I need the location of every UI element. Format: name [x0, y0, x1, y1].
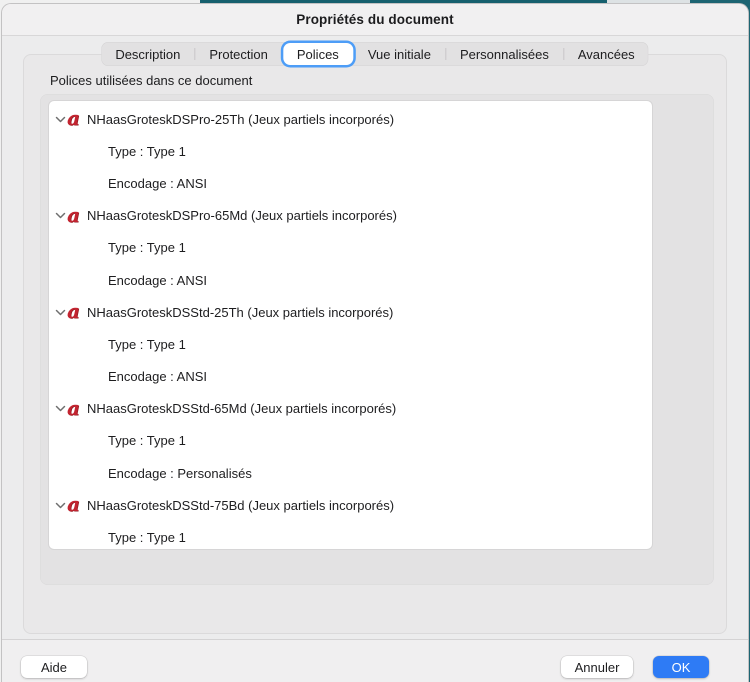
- document-properties-dialog: Propriétés du document Description Protec…: [1, 3, 749, 682]
- font-name: NHaasGroteskDSStd-65Md (Jeux partiels in…: [87, 401, 397, 417]
- tab-vue-initiale[interactable]: Vue initiale: [354, 42, 445, 66]
- tab-bar: Description Protection Polices Vue initiale…: [101, 42, 649, 66]
- help-button[interactable]: Aide: [21, 656, 87, 678]
- chevron-down-icon[interactable]: [53, 212, 67, 219]
- type1-font-icon: a: [67, 395, 80, 420]
- tab-protection[interactable]: Protection: [195, 42, 282, 66]
- font-name: NHaasGroteskDSPro-65Md (Jeux partiels in…: [87, 208, 397, 224]
- font-tree-item[interactable]: a NHaasGroteskDSPro-25Th (Jeux partiels i…: [49, 103, 652, 135]
- type1-font-icon: a: [67, 106, 80, 131]
- title-bar: Propriétés du document: [2, 4, 748, 36]
- footer-bar: Aide Annuler OK: [2, 640, 748, 682]
- font-detail-row: Encodage : Personalisés: [108, 465, 252, 481]
- dialog-title: Propriétés du document: [296, 12, 454, 27]
- chevron-down-icon[interactable]: [53, 116, 67, 123]
- tab-personnalisées[interactable]: Personnalisées: [446, 42, 563, 66]
- type1-font-icon: a: [67, 492, 80, 517]
- font-detail-row: Encodage : ANSI: [108, 272, 208, 288]
- type1-font-icon: a: [67, 202, 80, 227]
- chevron-down-icon[interactable]: [53, 405, 67, 412]
- font-detail-row: Type : Type 1: [108, 433, 186, 449]
- font-detail-row: Type : Type 1: [108, 143, 186, 159]
- tab-avancées[interactable]: Avancées: [564, 42, 649, 66]
- cancel-button[interactable]: Annuler: [561, 656, 633, 678]
- tab-polices[interactable]: Polices: [282, 43, 353, 65]
- font-tree-item[interactable]: a NHaasGroteskDSStd-25Th (Jeux partiels i…: [49, 296, 652, 328]
- font-detail-row: Encodage : ANSI: [108, 175, 208, 191]
- polices-tab-panel: Polices utilisées dans ce document a NHaa…: [23, 54, 727, 634]
- font-list-well: a NHaasGroteskDSPro-25Th (Jeux partiels i…: [40, 94, 714, 585]
- tab-description[interactable]: Description: [101, 42, 194, 66]
- font-tree-item[interactable]: a NHaasGroteskDSPro-65Md (Jeux partiels i…: [49, 200, 652, 232]
- font-tree-item[interactable]: a NHaasGroteskDSStd-65Md (Jeux partiels i…: [49, 393, 652, 425]
- font-name: NHaasGroteskDSStd-25Th (Jeux partiels in…: [87, 304, 394, 320]
- font-detail-row: Encodage : ANSI: [108, 369, 208, 385]
- font-tree-item[interactable]: a NHaasGroteskDSStd-75Bd (Jeux partiels i…: [49, 489, 652, 521]
- font-name: NHaasGroteskDSStd-75Bd (Jeux partiels in…: [87, 497, 395, 513]
- font-detail-row: Type : Type 1: [108, 336, 186, 352]
- chevron-down-icon[interactable]: [53, 502, 67, 509]
- fonts-used-heading: Polices utilisées dans ce document: [50, 73, 253, 88]
- font-detail-row: Type : Type 1: [108, 240, 186, 256]
- type1-font-icon: a: [67, 299, 80, 324]
- font-list[interactable]: a NHaasGroteskDSPro-25Th (Jeux partiels i…: [48, 100, 653, 550]
- font-name: NHaasGroteskDSPro-25Th (Jeux partiels in…: [87, 111, 395, 127]
- font-detail-row: Type : Type 1: [108, 530, 186, 546]
- chevron-down-icon[interactable]: [53, 309, 67, 316]
- ok-button[interactable]: OK: [653, 656, 709, 678]
